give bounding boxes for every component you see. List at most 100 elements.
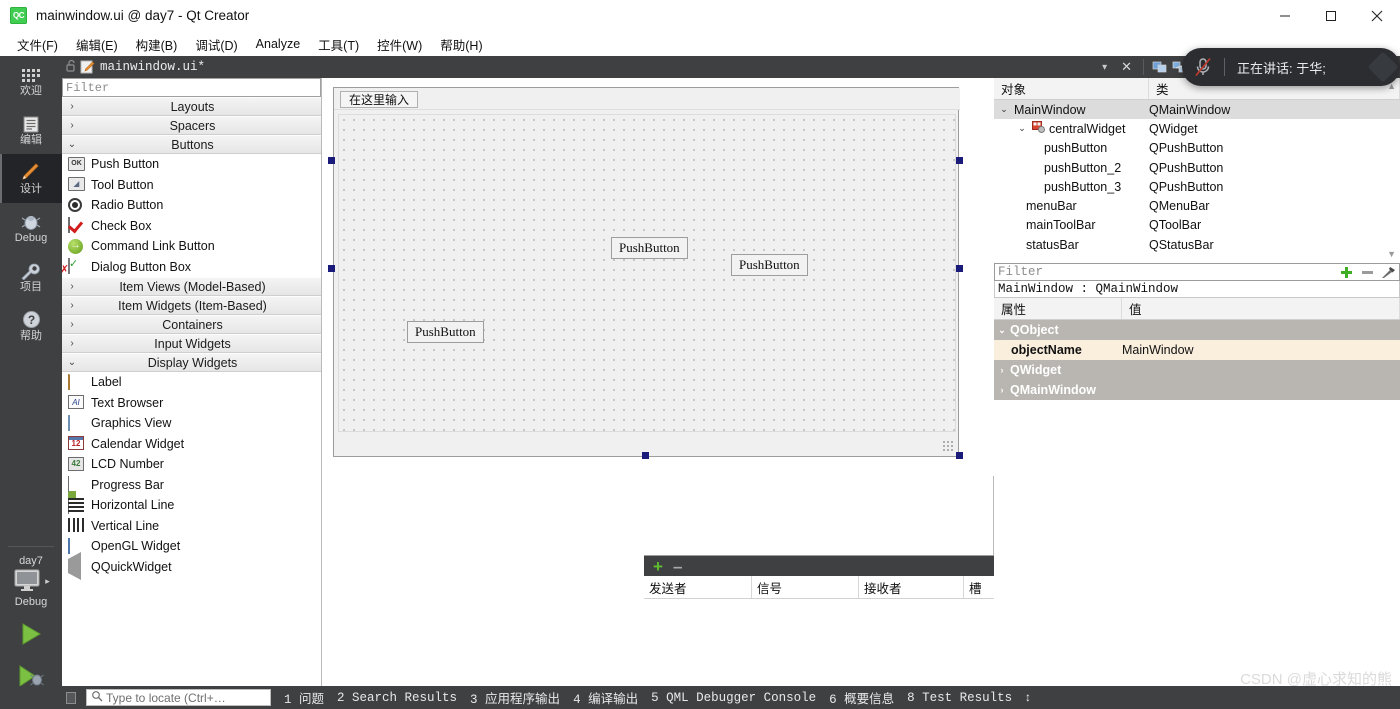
widgetbox-category-item-views[interactable]: › Item Views (Model-Based) — [62, 277, 321, 296]
widget-calendar[interactable]: 12 Calendar Widget — [62, 433, 321, 454]
output-pane-test-results[interactable]: 8 Test Results — [907, 691, 1012, 705]
form-central-widget[interactable]: PushButton PushButton PushButton — [338, 114, 956, 432]
object-row-maintoolbar[interactable]: mainToolBar QToolBar — [994, 216, 1400, 235]
column-object[interactable]: 对象 — [994, 78, 1149, 99]
widgetbox-category-input-widgets[interactable]: › Input Widgets — [62, 334, 321, 353]
widget-check-box[interactable]: Check Box — [62, 215, 321, 236]
widget-graphics-view[interactable]: Graphics View — [62, 413, 321, 434]
run-button[interactable] — [14, 622, 48, 648]
selection-handle-right[interactable] — [956, 157, 963, 164]
dock-scroll-down-icon[interactable]: ▼ — [1387, 249, 1396, 259]
widget-qquickwidget[interactable]: QQuickWidget — [62, 552, 321, 581]
menu-analyze[interactable]: Analyze — [247, 34, 309, 54]
property-value[interactable]: MainWindow — [1122, 343, 1194, 357]
widgetbox-category-display-widgets[interactable]: ⌄ Display Widgets — [62, 353, 321, 372]
object-row-statusbar[interactable]: statusBar QStatusBar — [994, 235, 1400, 254]
object-row-pushbutton-3[interactable]: pushButton_3 QPushButton — [994, 177, 1400, 196]
widgetbox-category-layouts[interactable]: › Layouts — [62, 97, 321, 116]
widget-box-filter-input[interactable]: Filter — [62, 78, 321, 97]
widget-horizontal-line[interactable]: Horizontal Line — [62, 495, 321, 516]
property-group-qobject[interactable]: ⌄ QObject — [994, 320, 1400, 340]
menu-debug[interactable]: 调试(D) — [186, 32, 246, 57]
form-main-window[interactable]: 在这里输入 PushButton PushButton PushButton — [333, 87, 960, 457]
menu-edit[interactable]: 编辑(E) — [67, 32, 127, 57]
menu-widgets[interactable]: 控件(W) — [368, 32, 431, 57]
column-value[interactable]: 值 — [1122, 298, 1400, 319]
selection-handle-bottom-mid[interactable] — [642, 452, 649, 459]
widget-vertical-line[interactable]: Vertical Line — [62, 515, 321, 536]
chevron-down-icon[interactable]: ⌄ — [1016, 123, 1028, 134]
property-group-qwidget[interactable]: › QWidget — [994, 360, 1400, 380]
widgetbox-category-containers[interactable]: › Containers — [62, 315, 321, 334]
output-pane-compile-output[interactable]: 4 编译输出 — [573, 688, 638, 707]
widget-text-browser[interactable]: AI Text Browser — [62, 392, 321, 413]
close-file-icon[interactable]: ✕ — [1115, 59, 1138, 75]
widget-push-button[interactable]: OK Push Button — [62, 154, 321, 175]
mode-edit[interactable]: 编辑 — [0, 105, 62, 154]
open-file-name[interactable]: mainwindow.ui* — [100, 60, 205, 74]
maximize-icon[interactable] — [1308, 0, 1354, 32]
file-dropdown-caret-icon[interactable]: ▾ — [1094, 62, 1115, 73]
object-row-mainwindow[interactable]: ⌄ MainWindow QMainWindow — [994, 100, 1400, 120]
widgetbox-category-buttons[interactable]: ⌄ Buttons — [62, 135, 321, 154]
add-icon[interactable] — [1336, 264, 1357, 280]
remove-icon[interactable] — [1357, 264, 1378, 280]
property-row-objectname[interactable]: objectName MainWindow — [994, 340, 1400, 360]
form-push-button-3[interactable]: PushButton — [731, 254, 808, 276]
widget-radio-button[interactable]: Radio Button — [62, 195, 321, 216]
chevron-right-icon[interactable]: › — [994, 385, 1010, 395]
object-row-pushbutton[interactable]: pushButton QPushButton — [994, 139, 1400, 158]
selection-handle-left-mid[interactable] — [328, 265, 335, 272]
widget-label[interactable]: Label — [62, 372, 321, 393]
unlocked-icon[interactable] — [62, 59, 80, 75]
object-row-centralwidget[interactable]: ⌄ centralWidget QWidget — [994, 119, 1400, 138]
form-push-button-2[interactable]: PushButton — [611, 237, 688, 259]
form-menu-placeholder[interactable]: 在这里输入 — [340, 91, 419, 108]
output-pane-updown-icon[interactable]: ↕ — [1024, 691, 1031, 705]
column-sender[interactable]: 发送者 — [644, 576, 752, 598]
selection-handle-bottom-right[interactable] — [956, 452, 963, 459]
remove-connection-button[interactable]: – — [673, 558, 682, 575]
form-canvas[interactable]: 在这里输入 PushButton PushButton PushButton — [322, 78, 994, 476]
add-connection-button[interactable]: + — [653, 558, 663, 575]
output-pane-toggle-icon[interactable] — [66, 691, 76, 704]
selection-handle-right-mid[interactable] — [956, 265, 963, 272]
column-property[interactable]: 属性 — [994, 298, 1122, 319]
output-pane-qml-debugger[interactable]: 5 QML Debugger Console — [651, 691, 816, 705]
configure-icon[interactable] — [1378, 264, 1399, 280]
output-pane-app-output[interactable]: 3 应用程序输出 — [470, 688, 560, 707]
locator-input[interactable]: Type to locate (Ctrl+… — [86, 689, 271, 706]
edit-widgets-icon[interactable] — [1150, 58, 1168, 76]
widgetbox-category-item-widgets[interactable]: › Item Widgets (Item-Based) — [62, 296, 321, 315]
chevron-down-icon[interactable]: ⌄ — [994, 325, 1010, 336]
mode-debug[interactable]: Debug — [0, 203, 62, 252]
widgetbox-category-spacers[interactable]: › Spacers — [62, 116, 321, 135]
microphone-muted-icon[interactable] — [1182, 56, 1224, 78]
widget-dialog-button-box[interactable]: Dialog Button Box — [62, 256, 321, 277]
selection-handle-left[interactable] — [328, 157, 335, 164]
menu-tools[interactable]: 工具(T) — [309, 32, 368, 57]
property-filter-input[interactable]: Filter — [995, 265, 1336, 279]
widget-command-link-button[interactable]: → Command Link Button — [62, 236, 321, 257]
widget-tool-button[interactable]: ◢ Tool Button — [62, 174, 321, 195]
property-group-qmainwindow[interactable]: › QMainWindow — [994, 380, 1400, 400]
chevron-right-icon[interactable]: › — [994, 365, 1010, 375]
menu-help[interactable]: 帮助(H) — [431, 32, 491, 57]
output-pane-issues[interactable]: 1 问题 — [284, 688, 324, 707]
widget-opengl[interactable]: OpenGL Widget — [62, 536, 321, 557]
menu-file[interactable]: 文件(F) — [8, 32, 67, 57]
mode-design[interactable]: 设计 — [0, 154, 62, 203]
kit-selector[interactable]: day7 ▸ Debug — [0, 547, 62, 608]
output-pane-search-results[interactable]: 2 Search Results — [337, 691, 457, 705]
mode-welcome[interactable]: 欢迎 — [0, 56, 62, 105]
object-row-pushbutton-2[interactable]: pushButton_2 QPushButton — [994, 158, 1400, 177]
column-signal[interactable]: 信号 — [752, 576, 859, 598]
object-row-menubar[interactable]: menuBar QMenuBar — [994, 196, 1400, 215]
form-push-button-1[interactable]: PushButton — [407, 321, 484, 343]
voice-notification-toast[interactable]: 正在讲话: 于华; — [1182, 48, 1400, 86]
chevron-down-icon[interactable]: ⌄ — [998, 104, 1010, 115]
mode-help[interactable]: ? 帮助 — [0, 301, 62, 350]
close-icon[interactable] — [1354, 0, 1400, 32]
form-menu-bar[interactable]: 在这里输入 — [334, 88, 960, 110]
mode-projects[interactable]: 项目 — [0, 252, 62, 301]
